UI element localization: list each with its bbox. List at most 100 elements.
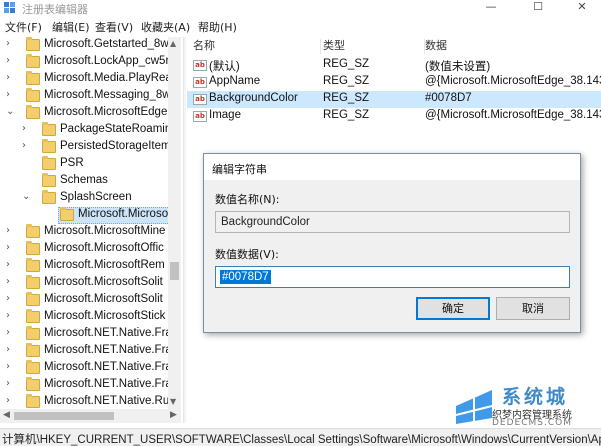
menu-view[interactable]: 查看(V) bbox=[95, 19, 133, 35]
dialog-title-bar[interactable]: 编辑字符串 bbox=[204, 154, 580, 180]
folder-icon bbox=[26, 88, 40, 102]
value-data-input[interactable]: #0078D7 bbox=[215, 266, 570, 288]
tree-item[interactable]: › Microsoft.Messaging_8w bbox=[0, 88, 180, 105]
tree-item[interactable]: › Microsoft.MicrosoftMine bbox=[0, 224, 180, 241]
chevron-right-icon[interactable]: › bbox=[6, 327, 10, 338]
chevron-right-icon[interactable]: › bbox=[6, 395, 10, 406]
folder-icon bbox=[26, 241, 40, 255]
column-header-data[interactable]: 数据 bbox=[425, 37, 601, 56]
tree-item[interactable]: › PackageStateRoamin bbox=[0, 122, 180, 139]
tree-item[interactable]: › Microsoft.NET.Native.Fra bbox=[0, 377, 180, 394]
string-value-icon: ab bbox=[193, 111, 207, 122]
tree-item[interactable]: › Microsoft.NET.Native.Ru bbox=[0, 394, 180, 409]
chevron-right-icon[interactable]: › bbox=[6, 89, 10, 100]
value-row[interactable]: ab BackgroundColor REG_SZ #0078D7 bbox=[187, 91, 601, 108]
value-row[interactable]: ab (默认) REG_SZ (数值未设置) bbox=[187, 57, 601, 74]
value-row[interactable]: ab AppName REG_SZ @{Microsoft.MicrosoftEdge… bbox=[187, 74, 601, 91]
tree-item[interactable]: › Microsoft.MicrosoftSolit bbox=[0, 275, 180, 292]
value-name-field[interactable]: BackgroundColor bbox=[215, 211, 570, 233]
value-row[interactable]: ab Image REG_SZ @{Microsoft.MicrosoftEdge_3… bbox=[187, 108, 601, 125]
chevron-down-icon[interactable]: ⌄ bbox=[22, 191, 30, 202]
scroll-down-arrow-icon[interactable]: ▼ bbox=[170, 397, 176, 406]
column-name-label: 名称 bbox=[193, 39, 215, 52]
folder-icon bbox=[26, 71, 40, 85]
chevron-right-icon[interactable]: › bbox=[6, 38, 10, 49]
dialog-body: 数值名称(N): BackgroundColor 数值数据(V): #0078D… bbox=[204, 180, 580, 332]
tree-item[interactable]: › Microsoft.NET.Native.Fra bbox=[0, 360, 180, 377]
tree-item[interactable]: › Microsoft.LockApp_cw5r bbox=[0, 54, 180, 71]
scroll-thumb[interactable] bbox=[170, 262, 179, 280]
chevron-right-icon[interactable]: › bbox=[6, 361, 10, 372]
chevron-right-icon[interactable]: › bbox=[6, 310, 10, 321]
tree-item[interactable]: › Microsoft.Getstarted_8w bbox=[0, 37, 180, 54]
value-type: REG_SZ bbox=[323, 109, 370, 121]
dialog-title: 编辑字符串 bbox=[212, 163, 267, 176]
pane-splitter[interactable] bbox=[183, 37, 186, 423]
title-bar: 注册表编辑器 — ☐ ✕ bbox=[0, 0, 601, 16]
string-value-icon: ab bbox=[193, 94, 207, 105]
scroll-up-arrow-icon[interactable]: ▲ bbox=[170, 39, 176, 48]
tree-item[interactable]: Schemas bbox=[0, 173, 180, 190]
folder-icon bbox=[26, 292, 40, 306]
tree-item[interactable]: › Microsoft.NET.Native.Fra bbox=[0, 326, 180, 343]
chevron-right-icon[interactable]: › bbox=[6, 225, 10, 236]
chevron-right-icon[interactable]: › bbox=[6, 55, 10, 66]
tree-item[interactable]: › Microsoft.Media.PlayRea bbox=[0, 71, 180, 88]
value-data-selected-text: #0078D7 bbox=[220, 270, 271, 284]
tree-item-label: Microsoft.NET.Native.Ru bbox=[44, 395, 170, 407]
tree-item[interactable]: ⌄ SplashScreen bbox=[0, 190, 180, 207]
tree-item-label: PersistedStorageItem bbox=[60, 140, 171, 152]
value-name: BackgroundColor bbox=[209, 92, 298, 104]
column-header-type[interactable]: 类型 bbox=[323, 37, 425, 56]
cancel-button[interactable]: 取消 bbox=[496, 297, 570, 320]
scroll-left-arrow-icon[interactable]: ◀ bbox=[3, 410, 10, 420]
tree-item[interactable]: › Microsoft.MicrosoftStick bbox=[0, 309, 180, 326]
chevron-right-icon[interactable]: › bbox=[6, 276, 10, 287]
menu-favorites[interactable]: 收藏夹(A) bbox=[141, 19, 190, 35]
tree-item[interactable]: › Microsoft.MicrosoftRem bbox=[0, 258, 180, 275]
maximize-button[interactable]: ☐ bbox=[516, 0, 560, 16]
tree-item[interactable]: › Microsoft.NET.Native.Fra bbox=[0, 343, 180, 360]
hscroll-thumb[interactable] bbox=[14, 412, 114, 420]
scroll-right-arrow-icon[interactable]: ▶ bbox=[170, 410, 177, 420]
tree-item-label: Microsoft.NET.Native.Fra bbox=[44, 361, 172, 373]
chevron-right-icon[interactable]: › bbox=[6, 344, 10, 355]
tree-item-label: Microsoft.MicrosoftOffic bbox=[44, 242, 164, 254]
tree-item-label: Microsoft.NET.Native.Fra bbox=[44, 378, 172, 390]
tree-item[interactable]: Microsoft.Microso bbox=[0, 207, 180, 224]
menu-edit[interactable]: 编辑(E) bbox=[52, 19, 90, 35]
chevron-right-icon[interactable]: › bbox=[6, 72, 10, 83]
chevron-right-icon[interactable]: › bbox=[6, 378, 10, 389]
chevron-down-icon[interactable]: ⌄ bbox=[6, 106, 14, 117]
folder-icon bbox=[26, 54, 40, 68]
tree-item[interactable]: › Microsoft.MicrosoftSolit bbox=[0, 292, 180, 309]
tree-item[interactable]: ⌄ Microsoft.MicrosoftEdge bbox=[0, 105, 180, 122]
minimize-button[interactable]: — bbox=[469, 0, 513, 16]
tree-item[interactable]: › Microsoft.MicrosoftOffic bbox=[0, 241, 180, 258]
tree-vertical-scrollbar[interactable]: ▲ ▼ bbox=[168, 37, 181, 409]
tree-item-label: Microsoft.LockApp_cw5r bbox=[44, 55, 170, 67]
windows-logo-icon bbox=[455, 390, 493, 424]
chevron-right-icon[interactable]: › bbox=[22, 140, 26, 151]
tree-horizontal-scrollbar[interactable]: ◀ ▶ bbox=[0, 409, 181, 423]
registry-tree[interactable]: › Microsoft.Getstarted_8w › Microsoft.LockA… bbox=[0, 37, 180, 409]
window-title: 注册表编辑器 bbox=[22, 3, 88, 16]
menu-file[interactable]: 文件(F) bbox=[5, 19, 42, 35]
tree-item-label: Microsoft.Getstarted_8w bbox=[44, 38, 169, 50]
chevron-right-icon[interactable]: › bbox=[6, 259, 10, 270]
chevron-right-icon[interactable]: › bbox=[6, 242, 10, 253]
tree-item[interactable]: PSR bbox=[0, 156, 180, 173]
tree-item-label: Microsoft.MicrosoftMine bbox=[44, 225, 166, 237]
menu-help[interactable]: 帮助(H) bbox=[198, 19, 237, 35]
tree-item-label: PackageStateRoamin bbox=[60, 123, 172, 135]
chevron-right-icon[interactable]: › bbox=[6, 293, 10, 304]
folder-icon bbox=[26, 343, 40, 357]
folder-icon bbox=[26, 258, 40, 272]
tree-item[interactable]: › PersistedStorageItem bbox=[0, 139, 180, 156]
folder-icon bbox=[42, 156, 56, 170]
column-header-name[interactable]: 名称 bbox=[193, 37, 321, 56]
chevron-right-icon[interactable]: › bbox=[22, 123, 26, 134]
close-button[interactable]: ✕ bbox=[560, 0, 601, 16]
folder-icon bbox=[42, 122, 56, 136]
ok-button[interactable]: 确定 bbox=[416, 297, 490, 320]
